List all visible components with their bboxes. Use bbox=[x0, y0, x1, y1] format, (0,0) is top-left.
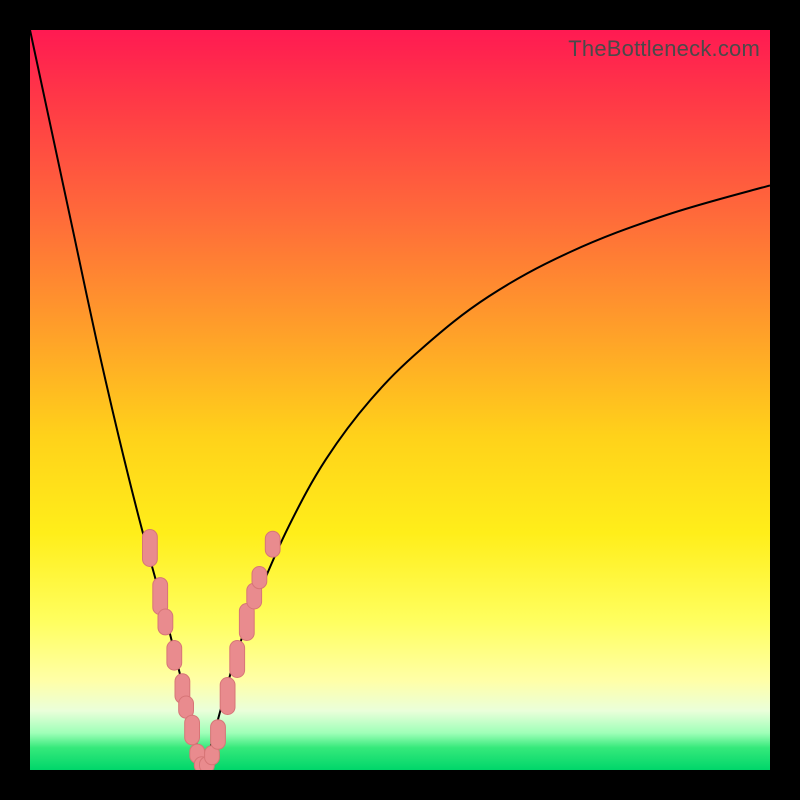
curve-marker bbox=[185, 715, 200, 745]
curve-markers bbox=[143, 530, 281, 771]
curve-marker bbox=[158, 609, 173, 635]
watermark-text: TheBottleneck.com bbox=[568, 36, 760, 62]
curve-marker bbox=[143, 530, 158, 567]
bottleneck-plot bbox=[30, 30, 770, 770]
bottleneck-curve bbox=[30, 30, 770, 766]
curve-marker bbox=[252, 567, 267, 589]
curve-marker bbox=[167, 641, 182, 671]
curve-marker bbox=[265, 531, 280, 557]
curve-marker bbox=[220, 678, 235, 715]
curve-marker bbox=[211, 720, 226, 750]
curve-marker bbox=[230, 641, 245, 678]
chart-frame: TheBottleneck.com bbox=[30, 30, 770, 770]
